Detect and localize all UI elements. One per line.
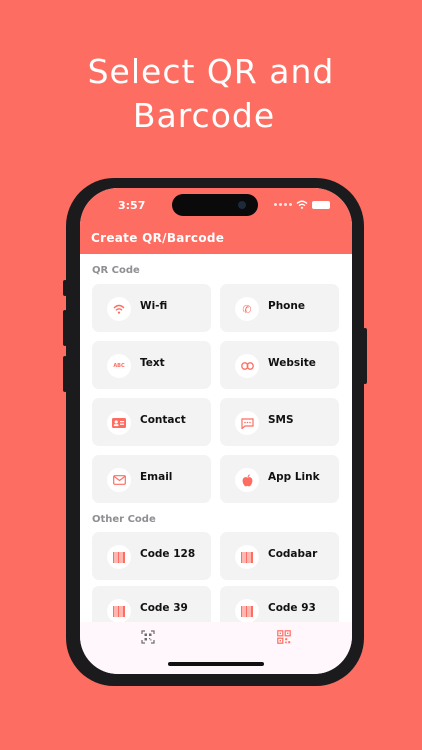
- qr-option-wifi[interactable]: Wi-fi: [92, 284, 211, 332]
- option-label: SMS: [268, 414, 294, 426]
- message-icon: [235, 411, 259, 435]
- option-label: Code 39: [140, 602, 188, 614]
- promo-headline: Select QR and Barcode: [0, 50, 422, 138]
- qr-option-email[interactable]: Email: [92, 455, 211, 503]
- camera-icon: [238, 201, 246, 209]
- option-label: Text: [140, 357, 165, 369]
- option-label: App Link: [268, 471, 320, 483]
- silent-switch: [63, 280, 67, 296]
- barcode-option-code-39[interactable]: Code 39: [92, 586, 211, 622]
- barcode-icon: [235, 545, 259, 569]
- option-label: Code 128: [140, 548, 196, 560]
- status-icons: [274, 200, 330, 209]
- volume-down-button: [63, 356, 67, 392]
- phone-icon: ✆: [235, 297, 259, 321]
- qr-option-phone[interactable]: ✆ Phone: [220, 284, 339, 332]
- qr-option-text[interactable]: ABC Text: [92, 341, 211, 389]
- option-label: Code 93: [268, 602, 316, 614]
- home-indicator: [168, 662, 264, 666]
- headline-line-1: Select QR and: [87, 52, 335, 91]
- phone-screen: 3:57 Create QR/Barcode QR Code Wi-fi ✆ P…: [80, 188, 352, 674]
- wifi-status-icon: [296, 200, 308, 209]
- option-label: Email: [140, 471, 173, 483]
- qr-option-sms[interactable]: SMS: [220, 398, 339, 446]
- qr-option-contact[interactable]: Contact: [92, 398, 211, 446]
- qr-code-icon[interactable]: [276, 630, 292, 644]
- dynamic-island: [172, 194, 258, 216]
- section-label-other-code: Other Code: [92, 514, 156, 525]
- power-button: [363, 328, 367, 384]
- text-icon: ABC: [107, 354, 131, 378]
- barcode-icon: [107, 599, 131, 622]
- app-title: Create QR/Barcode: [91, 231, 225, 245]
- barcode-option-codabar[interactable]: Codabar: [220, 532, 339, 580]
- link-icon: [235, 354, 259, 378]
- create-list[interactable]: QR Code Wi-fi ✆ Phone ABC Text Website C…: [80, 254, 352, 622]
- option-label: Codabar: [268, 548, 318, 560]
- barcode-option-code-93[interactable]: Code 93: [220, 586, 339, 622]
- contact-card-icon: [107, 411, 131, 435]
- status-time: 3:57: [118, 199, 146, 212]
- signal-icon: [274, 203, 292, 206]
- barcode-icon: [107, 545, 131, 569]
- bottom-navigation: [80, 622, 352, 674]
- qr-option-app-link[interactable]: App Link: [220, 455, 339, 503]
- apple-icon: [235, 468, 259, 492]
- section-label-qr-code: QR Code: [92, 265, 140, 276]
- app-bar: Create QR/Barcode: [80, 228, 352, 254]
- battery-icon: [312, 200, 330, 209]
- volume-up-button: [63, 310, 67, 346]
- barcode-option-code-128[interactable]: Code 128: [92, 532, 211, 580]
- status-bar: 3:57: [80, 188, 352, 228]
- wifi-icon: [107, 297, 131, 321]
- email-icon: [107, 468, 131, 492]
- scan-icon[interactable]: [140, 630, 156, 644]
- option-label: Wi-fi: [140, 300, 168, 312]
- barcode-icon: [235, 599, 259, 622]
- headline-line-2: Barcode: [132, 96, 276, 135]
- option-label: Website: [268, 357, 316, 369]
- qr-option-website[interactable]: Website: [220, 341, 339, 389]
- option-label: Contact: [140, 414, 186, 426]
- option-label: Phone: [268, 300, 305, 312]
